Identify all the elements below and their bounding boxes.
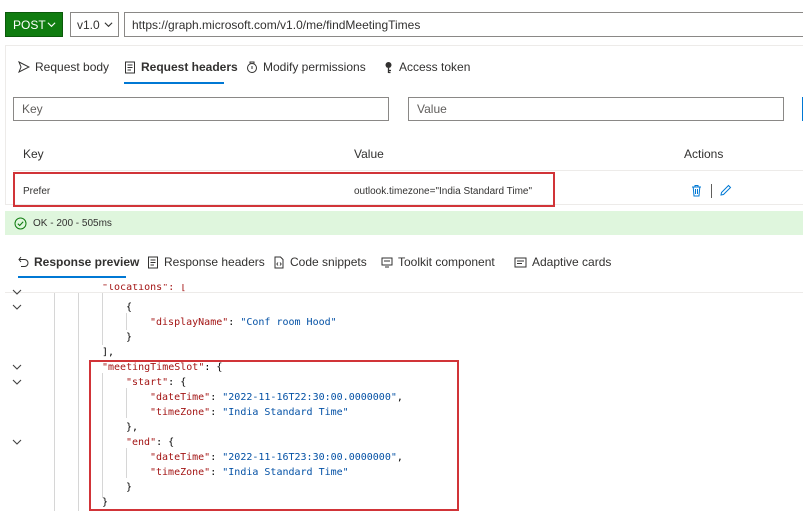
tab-label: Toolkit component	[398, 255, 495, 269]
highlight-box-meeting-time-slot	[89, 360, 459, 511]
url-input[interactable]: https://graph.microsoft.com/v1.0/me/find…	[124, 12, 803, 37]
fold-chevron-icon[interactable]	[12, 378, 22, 386]
table-divider	[13, 170, 803, 171]
code-line: {	[126, 300, 132, 315]
fold-chevron-icon[interactable]	[12, 363, 22, 371]
card-icon	[514, 257, 527, 267]
json-key: "locations": [	[102, 284, 187, 293]
chevron-down-icon	[47, 22, 56, 28]
key-placeholder: Key	[22, 102, 43, 116]
indent-guide	[102, 293, 103, 345]
tab-modify-permissions[interactable]: Modify permissions	[246, 57, 366, 77]
column-header-actions: Actions	[684, 147, 724, 161]
document-icon	[125, 61, 135, 73]
code-line: }	[126, 330, 132, 345]
send-icon	[18, 61, 30, 73]
code-line: ],	[102, 345, 114, 360]
status-bar: OK - 200 - 505ms	[5, 211, 803, 235]
http-method-dropdown[interactable]: POST	[5, 12, 63, 37]
http-method-label: POST	[13, 17, 46, 32]
tab-toolkit-component[interactable]: Toolkit component	[381, 252, 495, 272]
code-file-icon	[274, 256, 284, 268]
status-text: OK - 200 - 505ms	[33, 217, 112, 229]
code-line: "displayName": "Conf room Hood"	[150, 317, 337, 328]
delete-icon[interactable]	[691, 184, 702, 197]
tab-label: Code snippets	[290, 255, 367, 269]
version-label: v1.0	[77, 17, 100, 32]
tab-adaptive-cards[interactable]: Adaptive cards	[514, 252, 611, 272]
indent-guide	[54, 293, 55, 511]
fold-chevron-icon[interactable]	[12, 303, 22, 311]
header-key-input[interactable]: Key	[13, 97, 389, 121]
column-header-value: Value	[354, 147, 384, 161]
json-key: "displayName"	[150, 317, 229, 328]
highlight-box-header-row	[13, 172, 555, 207]
success-check-icon	[14, 217, 27, 229]
tab-label: Response headers	[164, 255, 265, 269]
tab-label: Response preview	[34, 255, 140, 269]
json-punct: }	[126, 332, 133, 343]
code-line: "locations": [	[102, 284, 186, 296]
undo-arrow-icon	[18, 256, 29, 267]
tab-label: Modify permissions	[263, 60, 366, 74]
tab-label: Request headers	[141, 60, 238, 74]
tab-label: Adaptive cards	[532, 255, 612, 269]
tab-code-snippets[interactable]: Code snippets	[273, 252, 367, 272]
version-dropdown[interactable]: v1.0	[70, 12, 119, 37]
key-icon	[385, 61, 392, 73]
actions-divider	[711, 184, 712, 198]
active-tab-indicator	[124, 82, 224, 84]
tab-response-preview[interactable]: Response preview	[18, 252, 139, 272]
tab-request-headers[interactable]: Request headers	[124, 57, 238, 77]
json-value: "Conf room Hood"	[240, 317, 337, 328]
value-placeholder: Value	[417, 102, 447, 116]
tab-label: Access token	[399, 60, 471, 74]
tab-label: Request body	[35, 60, 110, 74]
tab-response-headers[interactable]: Response headers	[147, 252, 265, 272]
column-header-key: Key	[23, 147, 44, 161]
url-text: https://graph.microsoft.com/v1.0/me/find…	[132, 17, 421, 32]
tab-access-token[interactable]: Access token	[383, 57, 470, 77]
fold-chevron-icon[interactable]	[12, 438, 22, 446]
indent-guide	[126, 313, 127, 330]
tab-request-body[interactable]: Request body	[18, 57, 109, 77]
edit-icon[interactable]	[719, 184, 732, 197]
active-tab-indicator	[18, 276, 126, 278]
json-punct: {	[126, 302, 133, 313]
chevron-down-icon	[104, 22, 113, 28]
json-punct: ],	[102, 347, 115, 358]
toolkit-icon	[381, 257, 393, 267]
indent-guide	[78, 293, 79, 511]
document-icon	[148, 256, 158, 268]
lock-settings-icon	[247, 61, 257, 73]
header-value-input[interactable]: Value	[408, 97, 784, 121]
fold-chevron-icon[interactable]	[12, 288, 22, 296]
